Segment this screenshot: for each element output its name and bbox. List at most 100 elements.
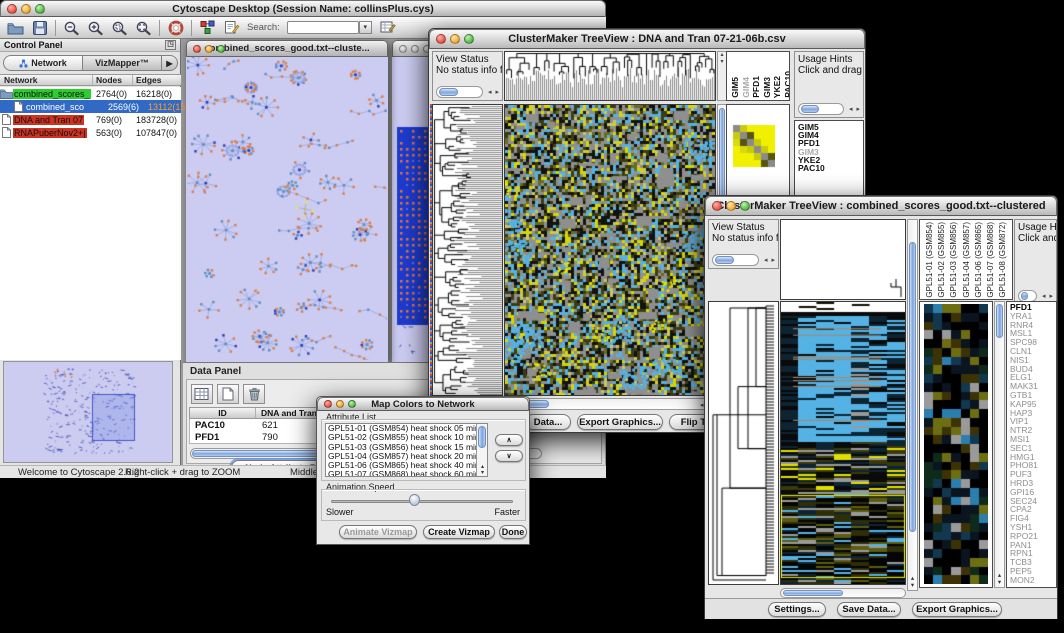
minimize-button[interactable] [450, 34, 460, 44]
attribute-select-icon[interactable] [191, 384, 213, 404]
attribute-item[interactable]: GPL51-07 (GSM868) heat shock 60 min [326, 470, 487, 477]
tab-vizmapper-label: VizMapper™ [95, 58, 149, 68]
scrollbar-arrows[interactable]: ◂ ▸ [1042, 292, 1054, 300]
export-graphics-button[interactable]: Export Graphics... [912, 602, 1002, 617]
network-view-1-canvas[interactable] [187, 57, 387, 360]
dialog-titlebar[interactable]: Map Colors to Network [317, 397, 529, 411]
column-dendrogram-canvas[interactable] [504, 51, 716, 101]
zoom-selected-icon[interactable] [111, 19, 128, 36]
tab-vizmapper[interactable]: VizMapper™ [83, 55, 162, 71]
scrollbar-thumb[interactable] [715, 256, 734, 264]
save-data-button[interactable]: Save Data... [837, 602, 901, 617]
column-header-edges[interactable]: Edges [133, 75, 181, 85]
search-input[interactable]: ▾ [287, 21, 359, 34]
vizmap-editor-icon[interactable] [199, 19, 216, 36]
network-view-1-titlebar[interactable]: combined_scores_good.txt--cluste... [186, 40, 388, 57]
network-overview-thumbnail[interactable] [3, 361, 173, 463]
float-panel-icon[interactable]: ◳ [165, 40, 176, 50]
close-button[interactable] [324, 400, 332, 408]
close-button[interactable] [7, 4, 17, 14]
heatmap-detail-canvas[interactable] [924, 304, 988, 584]
status-hscrollbar[interactable]: ◂ ▸ [436, 86, 500, 98]
close-button[interactable] [712, 201, 722, 211]
network-table-row[interactable]: combined_sco2569(6)13112(15) [0, 100, 181, 113]
attribute-list-vscrollbar[interactable]: ▴▾ [476, 424, 487, 476]
zoom-fit-icon[interactable] [135, 19, 152, 36]
close-button[interactable] [399, 45, 407, 53]
scrollbar-thumb[interactable] [801, 105, 819, 113]
annotation-icon[interactable] [223, 19, 240, 36]
main-titlebar[interactable]: Cytoscape Desktop (Session Name: collins… [0, 0, 606, 17]
animate-vizmap-button[interactable]: Animate Vizmap [339, 525, 417, 539]
zoom-button[interactable] [35, 4, 45, 14]
tab-network[interactable]: Network [3, 55, 83, 71]
attribute-batch-icon[interactable] [380, 19, 397, 36]
gene-list-vscrollbar[interactable]: ▴▾ [994, 301, 1005, 588]
attribute-list[interactable]: GPL51-01 (GSM854) heat shock 05 minGPL51… [325, 423, 488, 477]
settings-button[interactable]: Settings... [768, 602, 826, 617]
scrollbar-arrows[interactable]: ▴▾ [478, 464, 487, 476]
move-up-button[interactable]: ∧ [495, 434, 523, 446]
zoom-button[interactable] [348, 400, 356, 408]
chevron-down-icon[interactable]: ▾ [359, 21, 372, 34]
network-table-row[interactable]: RNAPuberNov2+|563(0)107847(0) [0, 126, 181, 139]
scrollbar-thumb[interactable] [783, 590, 843, 596]
scrollbar-thumb[interactable] [1021, 292, 1028, 300]
zoom-button[interactable] [464, 34, 474, 44]
scrollbar-arrows[interactable]: ◂ ▸ [849, 105, 861, 113]
minimize-button[interactable] [726, 201, 736, 211]
map-colors-dialog: Map Colors to Network Attribute List GPL… [316, 396, 530, 545]
row-dendrogram-canvas[interactable] [708, 301, 779, 585]
toolbar-separator [159, 20, 160, 36]
heatmap-canvas[interactable] [504, 104, 716, 396]
delete-attribute-icon[interactable] [243, 384, 265, 404]
help-icon[interactable] [167, 19, 184, 36]
scrollbar-arrows[interactable]: ◂ ▸ [764, 256, 776, 264]
column-dendrogram-canvas[interactable] [780, 219, 906, 300]
row-dendrogram-canvas[interactable] [432, 104, 503, 396]
scrollbar-thumb[interactable] [478, 426, 486, 448]
create-vizmap-button[interactable]: Create Vizmap [423, 525, 495, 539]
minimize-button[interactable] [336, 400, 344, 408]
scrollbar-arrows[interactable]: ▴▾ [995, 572, 1004, 586]
close-button[interactable] [193, 45, 201, 53]
save-data-button[interactable]: Data... [525, 414, 571, 430]
heatmap-vscrollbar[interactable]: ▴▾ [907, 219, 918, 591]
tab-overflow-button[interactable]: ▶ [162, 55, 178, 71]
treeview1-titlebar[interactable]: ClusterMaker TreeView : DNA and Tran 07-… [429, 29, 865, 49]
close-button[interactable] [436, 34, 446, 44]
zoom-button[interactable] [740, 201, 750, 211]
minimize-button[interactable] [21, 4, 31, 14]
new-attribute-icon[interactable] [217, 384, 239, 404]
heatmap-hscrollbar[interactable]: ◂ ▸ [504, 398, 716, 410]
column-header-nodes[interactable]: Nodes [93, 75, 133, 85]
treeview2-titlebar[interactable]: ClusterMaker TreeView : combined_scores_… [705, 196, 1057, 216]
column-header-network[interactable]: Network [0, 75, 93, 85]
speed-slider-track[interactable] [331, 500, 513, 503]
network-table-row[interactable]: combined_scores_2764(0)16218(0) [0, 87, 181, 100]
network-edges-count: 107847(0) [133, 128, 181, 138]
minimize-button[interactable] [205, 45, 213, 53]
scrollbar-arrows[interactable]: ◂ ▸ [488, 88, 500, 96]
export-graphics-button[interactable]: Export Graphics... [577, 414, 663, 430]
done-button[interactable]: Done [499, 525, 527, 539]
minimize-button[interactable] [411, 45, 419, 53]
usage-hscrollbar[interactable]: ◂ ▸ [798, 103, 861, 115]
heatmap-canvas[interactable] [780, 301, 906, 585]
correlation-matrix-canvas[interactable] [732, 123, 775, 169]
column-header-id[interactable]: ID [190, 408, 256, 418]
save-icon[interactable] [31, 19, 48, 36]
scrollbar-thumb[interactable] [996, 304, 1003, 338]
scrollbar-thumb[interactable] [439, 88, 458, 96]
status-hscrollbar[interactable]: ◂ ▸ [712, 254, 776, 266]
scrollbar-arrows[interactable]: ▴▾ [908, 575, 917, 589]
tab-network-label: Network [31, 58, 67, 68]
heatmap-hscrollbar[interactable] [780, 588, 906, 598]
move-down-button[interactable]: ∨ [495, 450, 523, 462]
zoom-in-icon[interactable] [87, 19, 104, 36]
zoom-button[interactable] [217, 45, 225, 53]
scrollbar-thumb[interactable] [909, 242, 916, 532]
network-table-row[interactable]: DNA and Tran 07769(0)183728(0) [0, 113, 181, 126]
open-folder-icon[interactable] [7, 19, 24, 36]
zoom-out-icon[interactable] [63, 19, 80, 36]
